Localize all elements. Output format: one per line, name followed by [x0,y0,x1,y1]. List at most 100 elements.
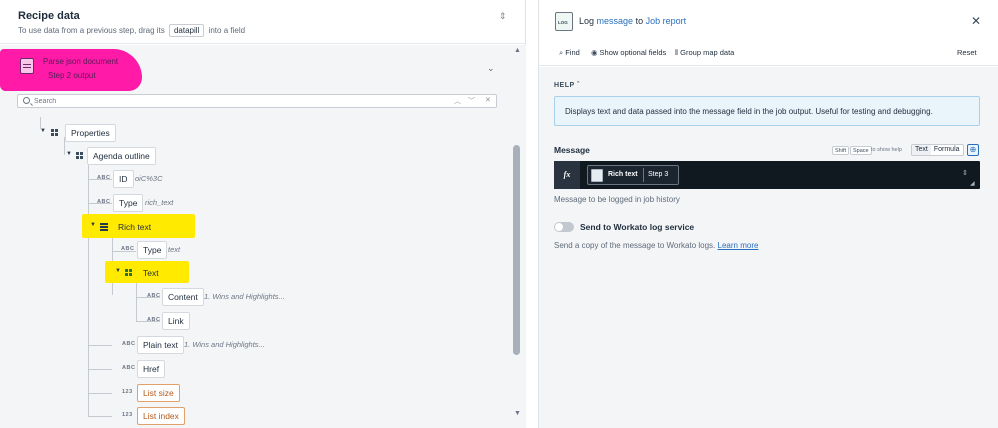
chevron-up-icon: ˆ [577,82,580,89]
help-text: Displays text and data passed into the m… [565,107,933,116]
log-icon: LOG [555,12,573,31]
caret-down-icon[interactable]: ▼ [115,268,121,274]
log-service-desc-text: Send a copy of the message to Workato lo… [554,241,716,250]
app-root: Recipe data To use data from a previous … [0,0,998,428]
datapill-example: datapill [168,24,205,37]
show-optional-label: Show optional fields [599,48,667,57]
message-label: Message [554,145,590,155]
datapill-step: Step 3 [643,168,668,182]
sample-value: 1. Wins and Highlights... [204,292,285,301]
mode-formula[interactable]: Formula [931,145,963,155]
step-title: Log message to Job report [579,16,686,26]
title-app-link[interactable]: Job report [646,16,687,26]
reset-button[interactable]: Reset [957,48,977,57]
datapill-label[interactable]: Agenda outline [87,147,156,165]
clear-icon[interactable]: ✕ [485,96,491,104]
step-body: HELP ˆ Displays text and data passed int… [539,67,998,428]
message-input[interactable]: fx Rich text Step 3 ⇕ ◢ [554,161,980,189]
chevron-down-icon[interactable]: ⌄ [487,63,495,74]
title-action-link[interactable]: message [597,16,634,26]
find-label: Find [565,48,580,57]
object-icon [76,152,84,160]
datapill-label[interactable]: Plain text [137,336,184,354]
log-service-toggle[interactable] [554,222,574,232]
sample-value: oiC%3C [135,174,163,183]
datapill-label[interactable]: Text [137,264,165,282]
datapill-label[interactable]: Type [137,241,168,259]
type-abc-label: ABC [122,341,136,347]
log-service-description: Send a copy of the message to Workato lo… [554,241,758,250]
mode-text[interactable]: Text [912,145,931,155]
datapill-icon [591,169,603,182]
log-service-label: Send to Workato log service [580,222,695,232]
sample-value: rich_text [145,198,174,207]
caret-down-icon[interactable]: ▼ [66,151,72,157]
sample-value: text [168,245,181,254]
log-icon-text: LOG [558,20,568,25]
step-config-panel: LOG Log message to Job report ✕ ⌕ Find ◉ S… [538,0,998,428]
datapill-label[interactable]: Href [137,360,166,378]
resize-icon[interactable]: ⇕ [962,169,968,177]
type-number-label: 123 [122,412,133,418]
datapill-label[interactable]: Properties [65,124,116,142]
source-step-name: Parse json document [43,57,119,66]
group-map-label: Group map data [680,48,735,57]
datapill-label[interactable]: List size [137,384,180,402]
scroll-up-icon[interactable]: ▲ [514,47,521,54]
title-to: to [635,16,644,26]
eye-icon: ◉ [591,48,598,57]
datapill-label[interactable]: Content [162,288,204,306]
recipe-data-panel: Recipe data To use data from a previous … [0,0,526,428]
datatree-scroll-area: Parse json document Step 2 output ⌄ ︿ ﹀ … [0,45,510,428]
scrollbar[interactable]: ▲ ▼ [510,45,526,428]
datapill-label[interactable]: Type [113,194,144,212]
group-map-data-button[interactable]: ⫴ Group map data [675,48,734,58]
chevron-down-icon[interactable]: ﹀ [468,96,475,106]
show-help-text: to show help [871,147,902,153]
help-label: HELP [554,82,575,89]
chevron-up-icon[interactable]: ︿ [454,96,461,106]
source-step[interactable]: Parse json document Step 2 output ⌄ [0,45,510,91]
message-hint: Message to be logged in job history [554,195,680,204]
kbd-space: Space [850,146,872,155]
hint-text-before: To use data from a previous step, drag i… [18,26,165,35]
kbd-shift: Shift [832,146,850,155]
datapill-label[interactable]: List index [137,407,185,425]
type-abc-label: ABC [122,365,136,371]
scroll-down-icon[interactable]: ▼ [514,410,521,417]
learn-more-link[interactable]: Learn more [718,241,759,250]
datapill-label[interactable]: Rich text [112,218,157,236]
find-button[interactable]: ⌕ Find [559,48,580,58]
source-step-output: Step 2 output [48,71,96,80]
help-box: Displays text and data passed into the m… [554,96,980,126]
search-icon: ⌕ [559,48,564,57]
close-icon[interactable]: ✕ [971,14,981,28]
search-icon [23,97,30,104]
datapill-label[interactable]: Link [162,312,190,330]
text-formula-toggle[interactable]: Text Formula [911,144,964,156]
type-abc-label: ABC [97,175,111,181]
sort-icon[interactable]: ⇕ [499,11,507,22]
rich-text-datapill[interactable]: Rich text Step 3 [587,165,679,185]
step-header: LOG Log message to Job report ✕ ⌕ Find ◉ S… [539,0,998,66]
caret-down-icon[interactable]: ▼ [40,128,46,134]
add-datapill-button[interactable]: ⊕ [967,144,979,156]
type-number-label: 123 [122,389,133,395]
type-abc-label: ABC [147,293,161,299]
type-abc-label: ABC [97,199,111,205]
object-icon [51,129,59,137]
resize-handle-icon[interactable]: ◢ [970,180,975,187]
datapill-label[interactable]: ID [113,170,134,188]
caret-down-icon[interactable]: ▼ [90,222,96,228]
sample-value: 1. Wins and Highlights... [184,340,265,349]
scrollbar-thumb[interactable] [513,145,520,355]
type-abc-label: ABC [121,246,135,252]
datapill-name: Rich text [608,171,638,178]
title-action: Log [579,16,595,26]
search-input[interactable] [34,96,444,107]
formula-icon[interactable]: fx [554,161,580,189]
help-toggle[interactable]: HELP ˆ [554,82,580,89]
show-optional-fields-button[interactable]: ◉ Show optional fields [591,48,666,57]
datapill-tree: ▼ Properties ▼ Agenda outline ABC ID oiC… [0,117,510,428]
columns-icon: ⫴ [675,48,679,57]
